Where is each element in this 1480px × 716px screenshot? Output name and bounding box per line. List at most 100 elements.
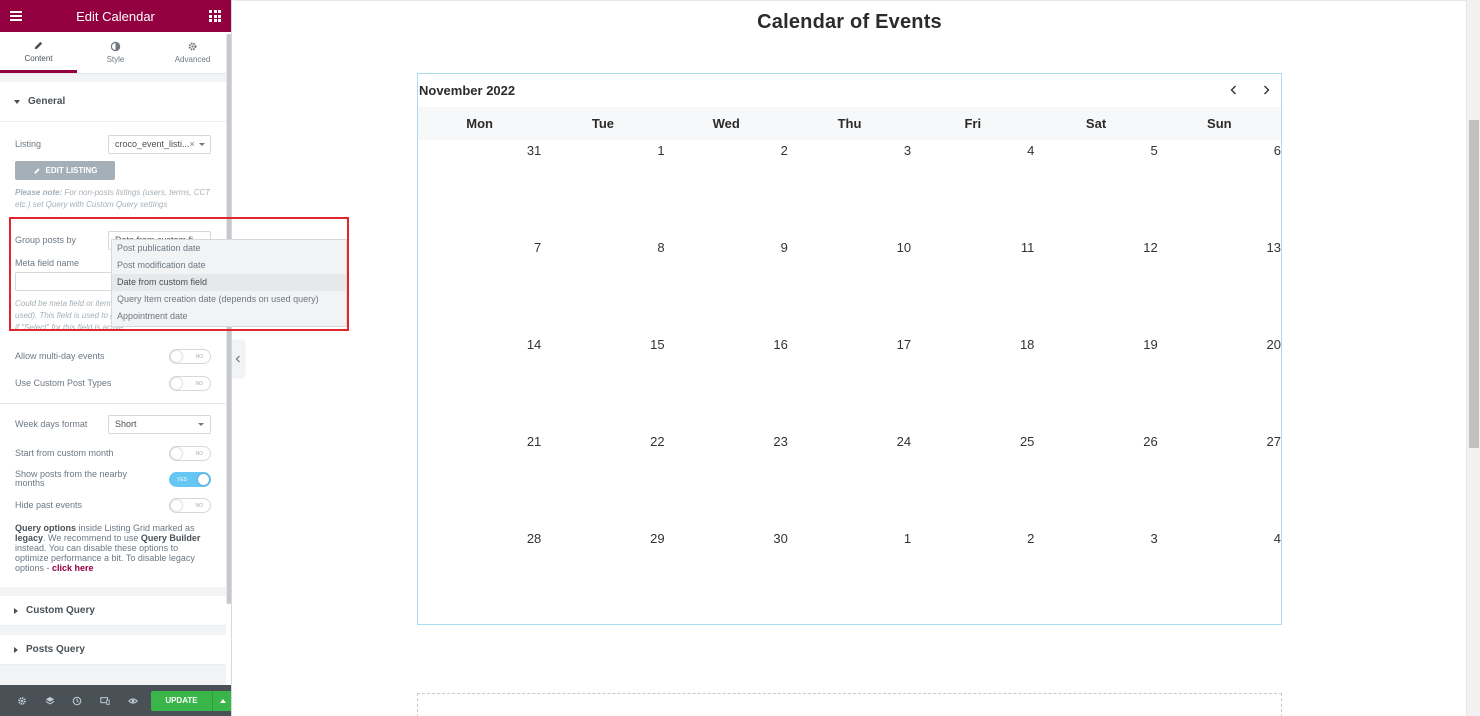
start-custom-month-toggle[interactable]: NO <box>169 445 211 461</box>
calendar-week: 31 1 2 3 4 5 6 <box>418 140 1281 237</box>
calendar-day[interactable]: 27 <box>1158 431 1281 528</box>
calendar-day[interactable]: 25 <box>911 431 1034 528</box>
calendar-day[interactable]: 1 <box>788 528 911 625</box>
responsive-icon[interactable] <box>91 685 119 716</box>
caret-right-icon <box>14 607 18 614</box>
calendar-day[interactable]: 23 <box>665 431 787 528</box>
dropdown-option[interactable]: Query Item creation date (depends on use… <box>112 291 346 308</box>
calendar-day[interactable]: 4 <box>1158 528 1281 625</box>
section-posts-query-title: Posts Query <box>26 644 85 655</box>
grid-icon[interactable] <box>209 10 221 22</box>
listing-select-value: croco_event_listi... <box>115 139 190 149</box>
weekday-label: Fri <box>964 116 982 131</box>
prev-month-button[interactable] <box>1225 82 1241 98</box>
calendar-day[interactable]: 30 <box>665 528 787 625</box>
page-title: Calendar of Events <box>757 11 942 33</box>
calendar-day[interactable]: 2 <box>665 140 788 237</box>
window-scrollbar-thumb[interactable] <box>1469 120 1479 448</box>
caret-down-icon <box>198 142 205 146</box>
calendar-day[interactable]: 13 <box>1158 237 1281 334</box>
history-icon[interactable] <box>64 685 92 716</box>
disable-legacy-link[interactable]: click here <box>52 563 94 573</box>
calendar-day[interactable]: 10 <box>788 237 911 334</box>
calendar-day[interactable]: 12 <box>1034 237 1157 334</box>
dropdown-option[interactable]: Appointment date <box>112 308 346 325</box>
calendar-day[interactable]: 16 <box>665 334 787 431</box>
section-custom-query-title: Custom Query <box>26 605 95 616</box>
preview-eye-icon[interactable] <box>119 685 147 716</box>
editor-panel: Edit Calendar Content Style Advanced Gen… <box>0 0 232 716</box>
clear-icon[interactable]: × <box>190 139 195 149</box>
tab-content[interactable]: Content <box>0 32 77 73</box>
calendar-day[interactable]: 20 <box>1158 334 1281 431</box>
weekday-label: Wed <box>712 116 740 131</box>
dropdown-option[interactable]: Post publication date <box>112 240 346 257</box>
calendar-day[interactable]: 19 <box>1034 334 1157 431</box>
calendar-day[interactable]: 4 <box>911 140 1034 237</box>
custom-post-types-toggle[interactable]: NO <box>169 375 211 391</box>
calendar-day[interactable]: 6 <box>1158 140 1281 237</box>
panel-controls: General Listing croco_event_listi... × E… <box>0 74 226 685</box>
caret-up-icon <box>219 698 226 703</box>
tab-advanced-label: Advanced <box>174 55 211 64</box>
section-custom-query-header[interactable]: Custom Query <box>0 596 226 626</box>
section-custom-query[interactable]: Custom Query <box>0 596 226 626</box>
section-posts-query-header[interactable]: Posts Query <box>0 635 226 665</box>
tab-style[interactable]: Style <box>77 32 154 73</box>
window-scrollbar[interactable] <box>1466 0 1480 716</box>
dropdown-option-selected[interactable]: Date from custom field <box>112 274 346 291</box>
settings-icon[interactable] <box>8 685 36 716</box>
empty-section-placeholder[interactable] <box>417 693 1282 716</box>
hamburger-icon[interactable] <box>10 10 22 22</box>
dropdown-option[interactable]: Post modification date <box>112 257 346 274</box>
edit-listing-button[interactable]: EDIT LISTING <box>15 161 115 180</box>
calendar-day[interactable]: 31 <box>418 140 541 237</box>
next-month-button[interactable] <box>1258 82 1274 98</box>
calendar-day[interactable]: 5 <box>1034 140 1157 237</box>
calendar-month: November 2022 <box>419 83 516 98</box>
calendar-day[interactable]: 3 <box>788 140 911 237</box>
calendar-day[interactable]: 3 <box>1034 528 1157 625</box>
calendar-day[interactable]: 17 <box>788 334 911 431</box>
update-options-button[interactable] <box>212 690 231 711</box>
panel-header: Edit Calendar <box>0 0 231 32</box>
listing-select[interactable]: croco_event_listi... × <box>108 134 211 154</box>
tab-content-label: Content <box>24 53 53 63</box>
contrast-icon <box>110 41 121 52</box>
calendar-day[interactable]: 21 <box>418 431 541 528</box>
tab-advanced[interactable]: Advanced <box>154 32 231 73</box>
calendar-day[interactable]: 24 <box>788 431 911 528</box>
calendar-day[interactable]: 14 <box>418 334 541 431</box>
calendar-day[interactable]: 9 <box>665 237 788 334</box>
calendar-day[interactable]: 1 <box>541 140 664 237</box>
calendar-day[interactable]: 2 <box>911 528 1034 625</box>
calendar-day[interactable]: 18 <box>911 334 1034 431</box>
section-posts-query[interactable]: Posts Query <box>0 635 226 665</box>
update-button[interactable]: UPDATE <box>150 690 213 711</box>
calendar-day[interactable]: 8 <box>541 237 664 334</box>
section-general-header[interactable]: General <box>0 82 226 122</box>
edit-listing-label: EDIT LISTING <box>45 166 98 175</box>
caret-down-icon <box>198 422 204 426</box>
calendar-day[interactable]: 15 <box>541 334 664 431</box>
week-days-format-select[interactable]: Short <box>108 414 211 434</box>
calendar-widget[interactable]: November 2022 Mon Tue Wed Thu Fri Sat Su… <box>417 73 1282 625</box>
control-start-custom-month: Start from custom month NO <box>0 443 226 463</box>
calendar-day[interactable]: 26 <box>1034 431 1157 528</box>
show-nearby-toggle[interactable]: YES <box>169 471 211 487</box>
page-preview: Calendar of Events November 2022 Mon Tue… <box>233 0 1466 716</box>
allow-multiday-toggle[interactable]: NO <box>169 348 211 364</box>
caret-down-icon <box>14 99 20 104</box>
control-custom-post-types: Use Custom Post Types NO <box>0 373 226 393</box>
calendar-day[interactable]: 29 <box>541 528 664 625</box>
calendar-day[interactable]: 22 <box>541 431 664 528</box>
calendar-weekday-header: Mon Tue Wed Thu Fri Sat Sun <box>418 107 1281 140</box>
layers-icon[interactable] <box>36 685 64 716</box>
hide-past-toggle[interactable]: NO <box>169 497 211 513</box>
week-days-format-value: Short <box>115 419 137 429</box>
calendar-day[interactable]: 11 <box>911 237 1035 334</box>
panel-collapse-handle[interactable] <box>232 340 244 378</box>
hide-past-label: Hide past events <box>15 500 83 510</box>
calendar-day[interactable]: 7 <box>418 237 541 334</box>
calendar-day[interactable]: 28 <box>418 528 541 625</box>
